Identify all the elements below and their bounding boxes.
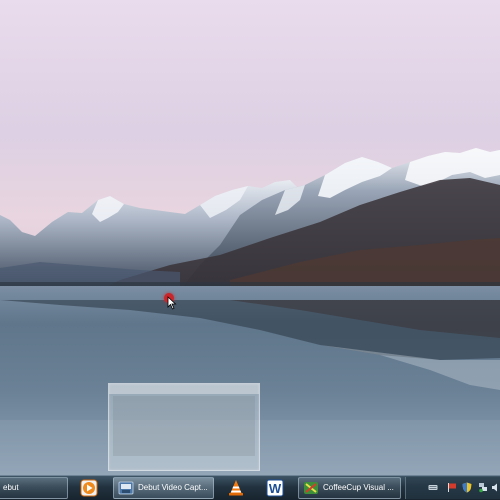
flag-icon[interactable] <box>447 482 457 493</box>
volume-icon[interactable] <box>491 482 500 493</box>
media-player-icon[interactable] <box>80 479 98 497</box>
window-content <box>113 396 255 456</box>
taskbar-item-debut[interactable]: ebut <box>0 477 68 499</box>
keyboard-icon[interactable] <box>428 482 438 493</box>
system-tray <box>405 477 500 499</box>
window-title-bar <box>109 384 259 394</box>
taskbar-item-label: ebut <box>3 483 19 492</box>
word-icon[interactable]: W <box>266 479 284 497</box>
taskbar-item-label: CoffeeCup Visual ... <box>323 483 394 492</box>
translucent-window-preview <box>108 383 260 471</box>
taskbar: ebut Debut Video Capt... W CoffeeCup Vis… <box>0 475 500 500</box>
shield-icon[interactable] <box>462 482 472 493</box>
taskbar-item-label: Debut Video Capt... <box>138 483 208 492</box>
debut-video-capture-icon <box>118 481 134 495</box>
taskbar-item-debut-video-capture[interactable]: Debut Video Capt... <box>113 477 214 499</box>
mouse-pointer-icon <box>167 296 177 310</box>
network-icon[interactable] <box>478 482 488 493</box>
svg-text:W: W <box>269 481 282 496</box>
vlc-cone-icon[interactable] <box>227 479 245 497</box>
coffeecup-icon <box>304 482 318 494</box>
taskbar-item-coffeecup[interactable]: CoffeeCup Visual ... <box>298 477 401 499</box>
desktop: ebut Debut Video Capt... W CoffeeCup Vis… <box>0 0 500 500</box>
